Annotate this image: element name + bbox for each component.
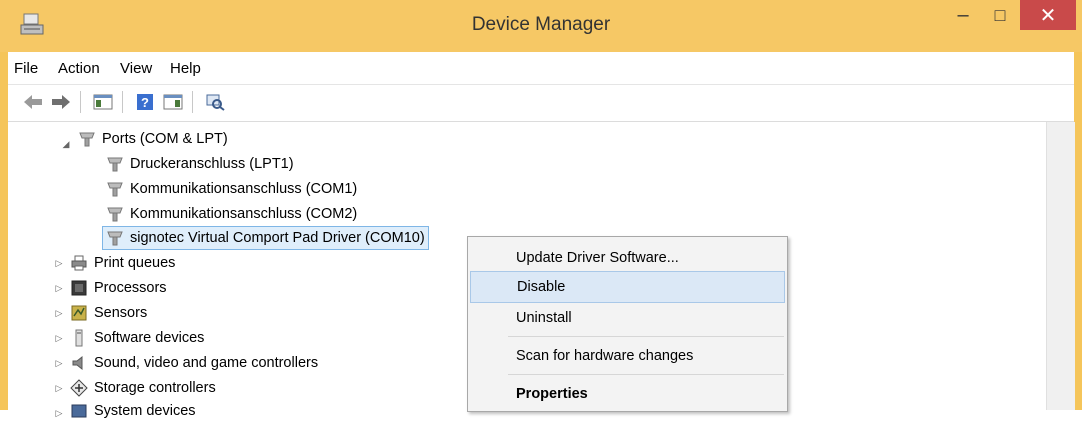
menu-label: Scan for hardware changes: [516, 348, 694, 364]
tree-item-port-selected[interactable]: signotec Virtual Comport Pad Driver (COM…: [102, 226, 429, 250]
menu-help[interactable]: Help: [170, 60, 201, 77]
help-button[interactable]: ?: [132, 90, 158, 114]
port-connector-icon: [107, 182, 123, 197]
tree-item-ports[interactable]: Ports (COM & LPT): [78, 128, 228, 150]
tree-item-port[interactable]: Kommunikationsanschluss (COM1): [106, 178, 357, 200]
scan-hardware-button[interactable]: [202, 90, 228, 114]
expand-arrow-icon[interactable]: ▷: [54, 308, 64, 318]
tree-item-label: System devices: [94, 403, 196, 419]
menu-label: Disable: [517, 279, 566, 295]
tree-item-label: Kommunikationsanschluss (COM1): [130, 181, 358, 197]
properties-view-button[interactable]: [160, 90, 186, 114]
menu-label: Update Driver Software...: [516, 250, 679, 266]
menu-action[interactable]: Action: [58, 60, 100, 77]
scan-hardware-icon: [206, 94, 225, 111]
tree-item-sensors[interactable]: Sensors: [70, 302, 147, 324]
menu-scan-hardware[interactable]: Scan for hardware changes: [470, 341, 783, 371]
close-icon: ✕: [1039, 4, 1057, 27]
back-button[interactable]: [20, 90, 46, 114]
tree-item-label: Software devices: [94, 330, 205, 346]
menu-label: Uninstall: [516, 310, 572, 326]
window-title: Device Manager: [471, 14, 611, 35]
processor-icon: [71, 280, 87, 296]
tree-item-system-devices[interactable]: System devices: [70, 400, 196, 422]
minimize-icon: –: [957, 3, 969, 26]
toolbar: ?: [8, 85, 1074, 122]
system-device-icon: [71, 404, 87, 418]
menu-bar: File Action View Help: [8, 52, 1074, 85]
device-manager-window: Device Manager – □ ✕ File Action View He…: [0, 0, 1082, 419]
tree-item-port[interactable]: Kommunikationsanschluss (COM2): [106, 203, 357, 225]
menu-update-driver[interactable]: Update Driver Software...: [470, 243, 783, 273]
toolbar-separator: [122, 91, 123, 113]
port-connector-icon: [107, 207, 123, 222]
forward-arrow-icon: [52, 95, 70, 109]
minimize-button[interactable]: –: [946, 0, 980, 30]
expand-arrow-icon[interactable]: ▷: [54, 333, 64, 343]
software-device-icon: [75, 329, 83, 347]
expand-arrow-icon[interactable]: ▷: [54, 283, 64, 293]
menu-view[interactable]: View: [120, 60, 152, 77]
help-icon: ?: [137, 94, 153, 110]
port-connector-icon: [79, 132, 95, 147]
tree-item-storage-controllers[interactable]: Storage controllers: [70, 377, 216, 399]
menu-disable[interactable]: Disable: [470, 271, 785, 303]
menu-properties[interactable]: Properties: [470, 379, 783, 409]
port-connector-icon: [107, 231, 123, 246]
maximize-icon: □: [994, 4, 1006, 25]
forward-button[interactable]: [48, 90, 74, 114]
tree-item-label: Druckeranschluss (LPT1): [130, 156, 294, 172]
menu-uninstall[interactable]: Uninstall: [470, 303, 783, 333]
title-bar[interactable]: Device Manager – □ ✕: [0, 0, 1082, 52]
speaker-icon: [72, 355, 83, 371]
toolbar-separator: [80, 91, 81, 113]
maximize-button[interactable]: □: [983, 0, 1017, 30]
menu-file[interactable]: File: [14, 60, 38, 77]
menu-separator: [508, 336, 784, 337]
tree-item-label: signotec Virtual Comport Pad Driver (COM…: [130, 230, 425, 246]
menu-separator: [508, 374, 784, 375]
properties-view-icon: [163, 94, 183, 110]
expand-arrow-icon[interactable]: ▷: [54, 383, 64, 393]
tree-item-label: Sound, video and game controllers: [94, 355, 319, 371]
tree-item-label: Storage controllers: [94, 380, 216, 396]
svg-text:?: ?: [141, 95, 149, 110]
tree-item-print-queues[interactable]: Print queues: [70, 252, 175, 274]
tree-item-processors[interactable]: Processors: [70, 277, 167, 299]
tree-item-port[interactable]: Druckeranschluss (LPT1): [106, 153, 294, 175]
console-tree-icon: [93, 94, 113, 110]
toolbar-separator: [192, 91, 193, 113]
expand-arrow-icon[interactable]: ▷: [54, 358, 64, 368]
storage-controller-icon: [70, 379, 88, 397]
tree-item-label: Ports (COM & LPT): [102, 131, 228, 147]
sensor-icon: [71, 305, 87, 321]
show-hide-console-tree-button[interactable]: [90, 90, 116, 114]
tree-item-label: Sensors: [94, 305, 148, 321]
back-arrow-icon: [24, 95, 42, 109]
port-connector-icon: [107, 157, 123, 172]
close-button[interactable]: ✕: [1020, 0, 1076, 30]
context-menu: Update Driver Software... Disable Uninst…: [467, 236, 788, 412]
tree-item-software-devices[interactable]: Software devices: [70, 327, 204, 349]
menu-label: Properties: [516, 386, 588, 402]
collapse-arrow-icon[interactable]: ◢: [61, 139, 71, 149]
expand-arrow-icon[interactable]: ▷: [54, 258, 64, 268]
vertical-scrollbar[interactable]: [1046, 122, 1075, 410]
tree-item-label: Print queues: [94, 255, 176, 271]
tree-item-label: Processors: [94, 280, 167, 296]
tree-item-sound-video[interactable]: Sound, video and game controllers: [70, 352, 318, 374]
tree-item-label: Kommunikationsanschluss (COM2): [130, 206, 358, 222]
printer-icon: [71, 255, 87, 271]
